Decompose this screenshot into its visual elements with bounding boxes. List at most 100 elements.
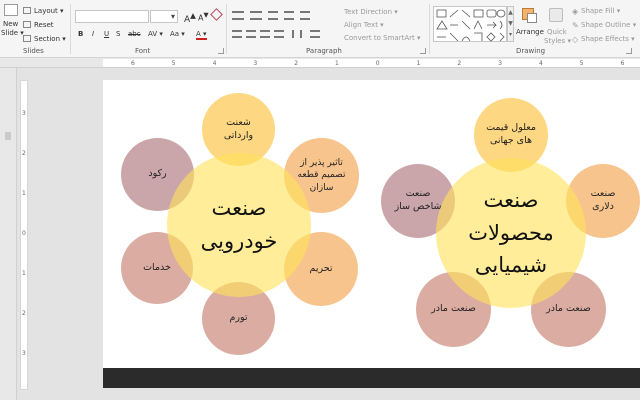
ruler-number: 1 <box>22 270 26 277</box>
satellite-text: وارداتی <box>223 129 254 141</box>
reset-button[interactable]: Reset <box>23 21 63 31</box>
italic-button[interactable]: I <box>92 30 94 38</box>
satellite-text: تورم <box>229 312 248 324</box>
satellite-text: صنعت مادر <box>431 303 476 315</box>
ruler-number: 4 <box>539 60 543 67</box>
satellite-text: سازان <box>309 182 334 193</box>
align-left-icon[interactable] <box>232 30 242 38</box>
group-divider <box>226 4 227 54</box>
ruler-number: 3 <box>22 110 26 117</box>
strikethrough-button[interactable]: abc <box>128 30 141 38</box>
center-text: صنعت <box>483 188 539 213</box>
shape-effects-button[interactable]: ◇ Shape Effects ▾ <box>572 35 638 45</box>
shape-effects-icon: ◇ <box>572 35 579 44</box>
rtl-direction-icon[interactable] <box>310 30 320 38</box>
ruler-number: 2 <box>457 60 462 67</box>
horizontal-ruler <box>0 58 640 68</box>
ruler-number: 4 <box>212 60 217 67</box>
shape-outline-button[interactable]: ✎ Shape Outline ▾ <box>572 21 638 31</box>
satellite-text: تاثیر پذیر از <box>300 158 343 169</box>
bullets-icon[interactable] <box>232 11 244 20</box>
drawing-group-label: Drawing <box>516 47 546 55</box>
font-size-dropdown-icon[interactable]: ▾ <box>171 12 175 21</box>
slide-footer-bar <box>103 368 640 388</box>
pen-outline-icon: ✎ <box>572 21 579 30</box>
center-circle-automotive[interactable]: صنعت خودرویی <box>167 153 311 297</box>
ribbon: New Slide ▾ Layout ▾ Reset Section ▾ Sli… <box>0 0 640 58</box>
new-slide-label-1: New <box>3 20 19 28</box>
new-slide-icon <box>4 4 18 16</box>
satellite-text: شعنت <box>226 116 251 128</box>
center-text: صنعت <box>211 196 267 221</box>
convert-smartart-button[interactable]: Convert to SmartArt ▾ <box>344 34 420 42</box>
horizontal-ruler-track <box>103 59 640 67</box>
center-text: خودرویی <box>200 229 278 253</box>
numbering-icon[interactable] <box>250 11 262 20</box>
quick-styles-button[interactable]: Quick Styles ▾ <box>544 6 571 48</box>
shape-fill-label: Shape Fill ▾ <box>581 7 621 15</box>
center-text: شیمیایی <box>474 253 548 278</box>
shape-outline-label: Shape Outline ▾ <box>581 21 637 29</box>
slide[interactable]: شعنت وارداتی تاثیر پذیر از تصمیم قطعه سازان… <box>103 80 640 368</box>
underline-button[interactable]: U <box>104 30 109 38</box>
ruler-number: 1 <box>335 60 339 67</box>
align-text-button[interactable]: Align Text ▾ <box>344 21 384 29</box>
slides-pane-strip <box>0 68 17 400</box>
satellite-text: خدمات <box>143 261 171 273</box>
center-circle-chemical[interactable]: صنعت محصولات شیمیایی <box>436 158 586 308</box>
font-group-label: Font <box>135 47 151 55</box>
font-dialog-launcher-icon[interactable] <box>218 48 224 54</box>
increase-indent-icon[interactable] <box>284 11 294 20</box>
arrange-label: Arrange <box>516 28 544 36</box>
paint-bucket-icon: ◈ <box>572 7 579 16</box>
ruler-number: 3 <box>253 60 258 67</box>
group-divider <box>429 4 430 54</box>
section-icon <box>23 35 31 42</box>
satellite-text: صنعت <box>590 188 616 200</box>
char-spacing-button[interactable]: AV ▾ <box>148 30 163 38</box>
new-slide-button[interactable]: New Slide ▾ <box>1 4 24 44</box>
pane-scrollbar[interactable] <box>5 132 11 140</box>
align-center-icon[interactable] <box>246 30 256 38</box>
arrange-button[interactable]: Arrange <box>516 6 544 46</box>
paragraph-dialog-launcher-icon[interactable] <box>420 48 426 54</box>
text-direction-button[interactable]: Text Direction ▾ <box>344 8 398 16</box>
layout-button[interactable]: Layout ▾ <box>23 7 64 17</box>
ruler-number: 6 <box>131 60 135 67</box>
grow-font-button[interactable]: A▲ <box>184 11 196 25</box>
ruler-number: 1 <box>22 190 26 197</box>
drawing-dialog-launcher-icon[interactable] <box>626 48 632 54</box>
new-slide-label-2: Slide ▾ <box>1 29 24 37</box>
shapes-gallery-icons <box>436 9 506 42</box>
shapes-scroll-icon[interactable]: ▲ ▼ ▾ <box>507 6 514 42</box>
satellite-text: معلول قیمت <box>486 122 536 134</box>
line-spacing-icon[interactable] <box>300 11 310 20</box>
ruler-number: 2 <box>22 310 26 317</box>
shadow-button[interactable]: S <box>116 30 120 38</box>
font-color-button[interactable]: A ▾ <box>196 30 207 40</box>
columns-icon[interactable] <box>292 30 302 38</box>
ruler-number: 0 <box>22 230 26 237</box>
quick-styles-label-2: Styles ▾ <box>544 37 571 45</box>
clear-format-icon[interactable] <box>210 8 223 21</box>
align-right-icon[interactable] <box>260 30 270 38</box>
satellite-text: صنعت مادر <box>546 303 591 315</box>
satellite-text: تصمیم قطعه <box>297 170 346 181</box>
shape-fill-button[interactable]: ◈ Shape Fill ▾ <box>572 7 638 17</box>
decrease-indent-icon[interactable] <box>268 11 278 20</box>
justify-icon[interactable] <box>274 30 284 38</box>
shrink-font-button[interactable]: A▼ <box>198 11 209 23</box>
section-label: Section ▾ <box>34 35 66 43</box>
ruler-number: 3 <box>498 60 503 67</box>
section-button[interactable]: Section ▾ <box>23 35 66 45</box>
quick-styles-label-1: Quick <box>547 28 567 36</box>
shapes-gallery[interactable] <box>433 6 507 42</box>
change-case-button[interactable]: Aa ▾ <box>170 30 185 38</box>
font-name-input[interactable] <box>75 10 149 23</box>
layout-label: Layout ▾ <box>34 7 64 15</box>
satellite-text: تحریم <box>309 262 333 274</box>
bold-button[interactable]: B <box>78 30 83 38</box>
ruler-number: 5 <box>579 60 584 67</box>
shape-effects-label: Shape Effects ▾ <box>581 35 635 43</box>
ruler-number: 2 <box>294 60 299 67</box>
